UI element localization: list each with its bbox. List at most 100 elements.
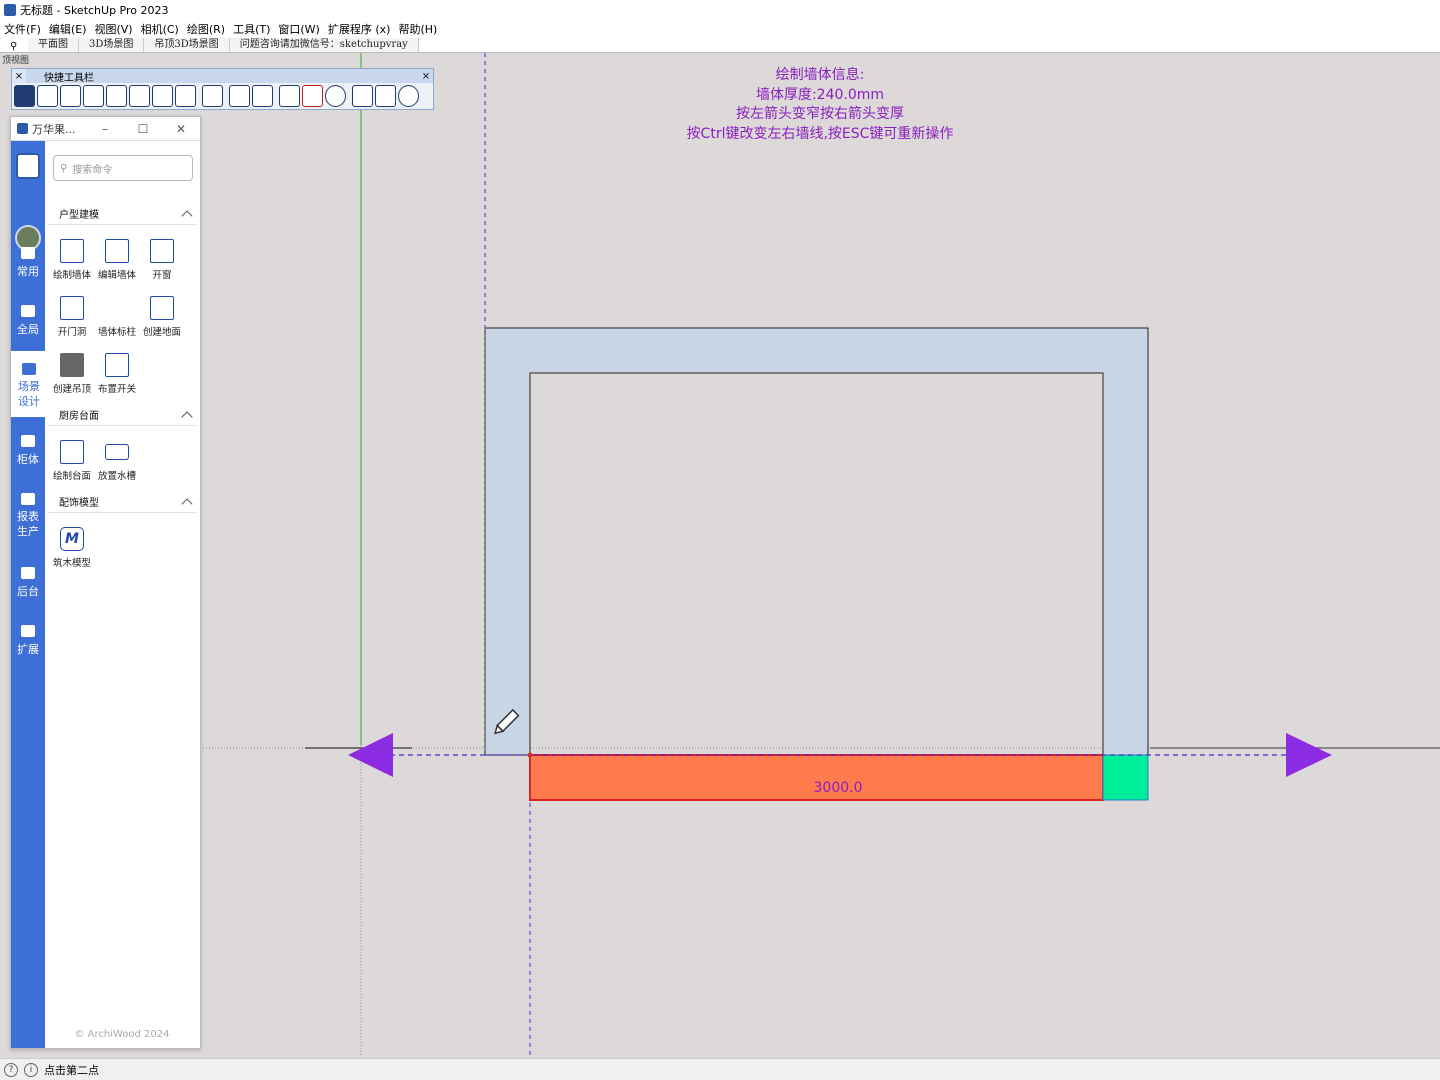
rail-item-global[interactable]: 全局 (11, 305, 45, 337)
title-bar: 无标题 - SketchUp Pro 2023 (0, 0, 1440, 20)
plugin-logo-icon[interactable] (14, 85, 35, 107)
counter-icon (60, 440, 84, 464)
existing-wall[interactable] (484, 327, 1149, 756)
layout-icon[interactable] (202, 85, 223, 107)
cabinet-icon (21, 435, 35, 447)
menu-tools[interactable]: 工具(T) (233, 21, 270, 37)
start-point-marker (527, 752, 533, 758)
check-icon[interactable] (352, 85, 373, 107)
section-decor-models[interactable]: 配饰模型 (47, 491, 197, 513)
global-icon (21, 305, 35, 317)
rail-label: 报表生产 (17, 510, 39, 538)
tool-label: 创建地面 (142, 327, 181, 338)
drawing-viewport[interactable]: 3000.0 (0, 53, 1440, 1056)
section-kitchen-counter[interactable]: 厨房台面 (47, 404, 197, 426)
help-icon[interactable] (398, 85, 419, 107)
info-icon[interactable]: i (24, 1062, 38, 1077)
menu-view[interactable]: 视图(V) (94, 21, 132, 37)
edit-wall-icon (105, 239, 129, 263)
rail-item-common[interactable]: 常用 (11, 247, 45, 279)
menu-extensions[interactable]: 扩展程序 (x) (328, 21, 391, 37)
tool-label: 墙体标柱 (97, 327, 136, 338)
chevron-up-icon[interactable] (181, 410, 193, 423)
chevron-up-icon[interactable] (181, 497, 193, 510)
tool-label: 绘制台面 (52, 471, 91, 482)
plugin-panel: 万华果... – ☐ ✕ 常用 全局 场景设计 柜体 报表生产 后台 扩展 ⚲ … (10, 116, 201, 1049)
rail-item-scene-design[interactable]: 场景设计 (11, 351, 47, 417)
cube-icon[interactable] (106, 85, 127, 107)
menu-file[interactable]: 文件(F) (4, 21, 41, 37)
wall-marker-icon (105, 296, 129, 320)
clear-icon[interactable] (302, 85, 323, 107)
copy-panel-icon[interactable] (152, 85, 173, 107)
section-floorplan-modeling[interactable]: 户型建模 (47, 203, 197, 225)
quick-toolbar-header[interactable]: × 快捷工具栏 × (12, 69, 433, 84)
archiwood-icon: M (60, 527, 84, 551)
sink-icon (105, 444, 129, 460)
status-bar: ? i 点击第二点 (0, 1058, 1440, 1080)
brand-logo-icon (16, 153, 40, 179)
tool-draw-wall[interactable]: 绘制墙体 (49, 239, 95, 281)
panel-header[interactable]: 万华果... – ☐ ✕ (11, 117, 200, 141)
search-icon[interactable]: ⚲ (4, 41, 28, 52)
status-text: 点击第二点 (44, 1063, 99, 1077)
menu-help[interactable]: 帮助(H) (398, 21, 437, 37)
door-left-icon[interactable] (229, 85, 250, 107)
close-button[interactable]: ✕ (162, 122, 200, 136)
report-icon[interactable] (375, 85, 396, 107)
rail-label: 柜体 (17, 453, 39, 466)
folder-icon[interactable] (60, 85, 81, 107)
menu-window[interactable]: 窗口(W) (278, 21, 319, 37)
tool-open-window[interactable]: 开窗 (139, 239, 185, 281)
tool-edit-wall[interactable]: 编辑墙体 (94, 239, 140, 281)
menu-draw[interactable]: 绘图(R) (187, 21, 225, 37)
rail-item-backend[interactable]: 后台 (11, 567, 45, 599)
minimize-button[interactable]: – (86, 122, 124, 136)
box-icon[interactable] (83, 85, 104, 107)
search-input[interactable]: ⚲ 搜索命令 (53, 155, 193, 181)
window-title: 无标题 - SketchUp Pro 2023 (20, 4, 169, 17)
rail-item-cabinet[interactable]: 柜体 (11, 435, 45, 467)
section-title: 厨房台面 (59, 411, 99, 422)
tool-place-switch[interactable]: 布置开关 (94, 353, 140, 395)
tool-wall-marker[interactable]: 墙体标柱 (94, 296, 140, 338)
scene-tab-contact[interactable]: 问题咨询请加微信号：sketchupvray (229, 38, 419, 52)
close-icon[interactable]: × (12, 69, 26, 83)
tool-create-floor[interactable]: 创建地面 (139, 296, 185, 338)
tool-label: 开门洞 (57, 327, 87, 338)
gear-icon[interactable] (37, 85, 58, 107)
tool-archiwood-model[interactable]: M 筑木模型 (49, 527, 95, 569)
measure-icon[interactable] (279, 85, 300, 107)
ceiling-icon (60, 353, 84, 377)
edit-panel-icon[interactable] (129, 85, 150, 107)
wall-thickness: 墙体厚度:240.0mm (755, 86, 885, 103)
switch-icon (105, 353, 129, 377)
rail-item-report[interactable]: 报表生产 (11, 493, 45, 539)
search-icon: ⚲ (60, 162, 68, 174)
section-title: 户型建模 (59, 210, 99, 221)
geo-location-icon[interactable]: ? (4, 1062, 18, 1077)
chevron-up-icon[interactable] (181, 209, 193, 222)
tool-door-opening[interactable]: 开门洞 (49, 296, 95, 338)
scene-tabs: ⚲ 平面图 3D场景图 吊顶3D场景图 问题咨询请加微信号：sketchupvr… (0, 38, 1440, 53)
quick-toolbar: × 快捷工具栏 × (11, 68, 434, 110)
export-icon[interactable] (175, 85, 196, 107)
eye-icon[interactable] (325, 85, 346, 107)
tool-draw-counter[interactable]: 绘制台面 (49, 440, 95, 482)
tool-create-ceiling[interactable]: 创建吊顶 (49, 353, 95, 395)
tool-place-sink[interactable]: 放置水槽 (94, 440, 140, 482)
door-right-icon[interactable] (252, 85, 273, 107)
scene-tab-plan[interactable]: 平面图 (28, 38, 79, 52)
scene-design-icon (22, 363, 36, 375)
menu-edit[interactable]: 编辑(E) (49, 21, 87, 37)
scene-tab-ceiling-3d[interactable]: 吊顶3D场景图 (144, 38, 230, 52)
maximize-button[interactable]: ☐ (124, 122, 162, 136)
close-icon[interactable]: × (419, 69, 433, 83)
menu-camera[interactable]: 相机(C) (141, 21, 179, 37)
scene-tab-3d[interactable]: 3D场景图 (79, 38, 145, 52)
quick-toolbar-icons (12, 83, 433, 109)
panel-rail: 常用 全局 场景设计 柜体 报表生产 后台 扩展 (11, 141, 47, 1048)
arrow-left-icon[interactable] (348, 733, 393, 777)
arrow-right-icon[interactable] (1286, 733, 1332, 777)
rail-item-extend[interactable]: 扩展 (11, 625, 45, 657)
